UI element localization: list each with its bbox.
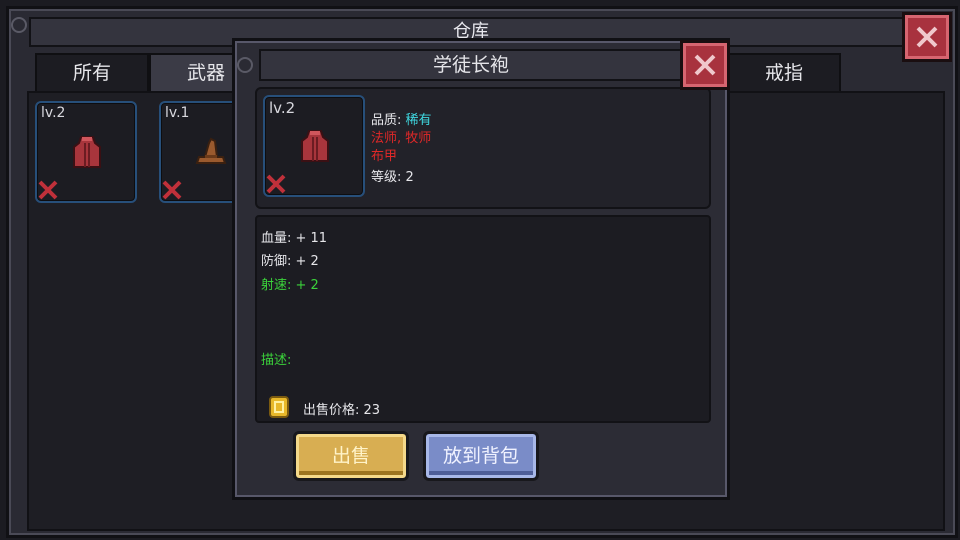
quality-value: 稀有 xyxy=(405,113,432,128)
coin-icon xyxy=(269,396,289,418)
sell-price: 出售价格: 23 xyxy=(303,403,381,418)
item-level: lv.2 xyxy=(269,99,296,117)
item-detail-popup: 学徒长袍 lv.2 品质: 稀有 法师, 牧师 布甲 等级: 2 血量: + 1… xyxy=(232,38,730,500)
robe-icon xyxy=(301,130,329,162)
wizard-hat-icon xyxy=(195,137,227,164)
quality-label: 品质: xyxy=(371,113,406,128)
stat-hp: 血量: + 11 xyxy=(261,231,328,246)
item-level: lv.1 xyxy=(165,105,190,121)
stats-panel: 血量: + 11 防御: + 2 射速: + 2 描述: 出售价格: 23 xyxy=(255,215,711,423)
move-to-bag-button[interactable]: 放到背包 xyxy=(423,431,539,481)
window-close-button[interactable] xyxy=(902,12,952,62)
rivet-decoration xyxy=(237,57,253,73)
quality-line: 品质: 稀有 xyxy=(371,109,432,128)
close-icon xyxy=(694,54,716,76)
unequippable-x-icon xyxy=(266,174,286,194)
tab-rings[interactable]: 戒指 xyxy=(727,53,841,93)
popup-close-button[interactable] xyxy=(680,40,730,90)
close-icon xyxy=(916,26,938,48)
item-level-text: 等级: 2 xyxy=(371,170,414,185)
item-info-panel: lv.2 品质: 稀有 法师, 牧师 布甲 等级: 2 xyxy=(255,87,711,209)
item-name: 学徒长袍 xyxy=(259,49,683,81)
unequippable-x-icon xyxy=(38,180,58,200)
unequippable-x-icon xyxy=(162,180,182,200)
armor-type: 布甲 xyxy=(371,149,398,164)
robe-icon xyxy=(73,136,101,168)
item-preview-slot: lv.2 xyxy=(263,95,365,197)
stat-defense: 防御: + 2 xyxy=(261,254,319,269)
rivet-decoration xyxy=(11,17,27,33)
item-level: lv.2 xyxy=(41,105,66,121)
inventory-slot[interactable]: lv.2 xyxy=(35,101,137,203)
description-label: 描述: xyxy=(261,353,292,368)
sell-button[interactable]: 出售 xyxy=(293,431,409,481)
class-requirement: 法师, 牧师 xyxy=(371,131,432,146)
tab-all[interactable]: 所有 xyxy=(35,53,149,93)
stat-fire-rate: 射速: + 2 xyxy=(261,278,319,293)
